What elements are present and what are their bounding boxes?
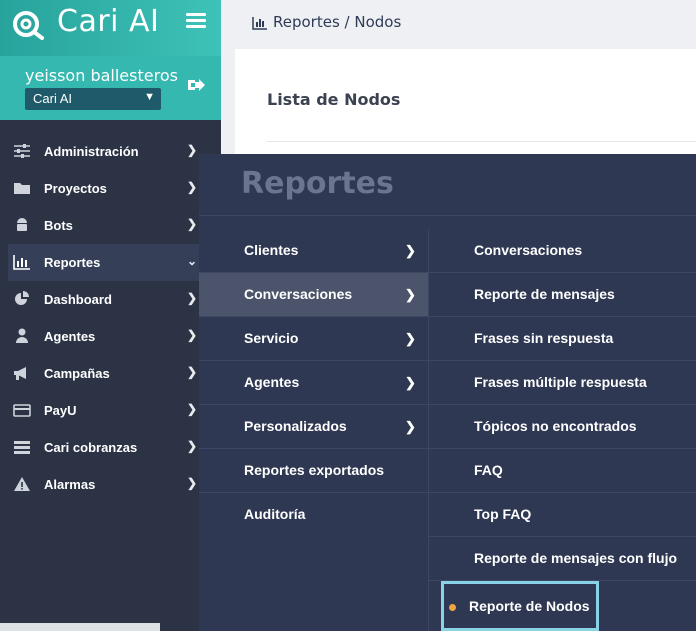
list-icon bbox=[14, 441, 30, 454]
report-link-reporte-de-mensajes-con-flujo[interactable]: Reporte de mensajes con flujo bbox=[429, 537, 696, 581]
report-link-conversaciones[interactable]: Conversaciones bbox=[429, 229, 696, 273]
chevron-right-icon: ❯ bbox=[187, 180, 198, 194]
category-reportes-exportados[interactable]: Reportes exportados bbox=[199, 449, 428, 493]
report-link-label: Conversaciones bbox=[474, 242, 583, 258]
bar-chart-icon bbox=[13, 255, 30, 270]
user-panel: yeisson ballesteros Cari AI ▼ bbox=[0, 56, 221, 120]
workspace-select-value: Cari AI bbox=[33, 91, 73, 106]
chevron-down-icon: ⌄ bbox=[187, 254, 198, 268]
workspace-select[interactable]: Cari AI ▼ bbox=[25, 88, 161, 110]
category-personalizados[interactable]: Personalizados ❯ bbox=[199, 405, 428, 449]
report-link-label: Reporte de mensajes bbox=[474, 286, 615, 302]
report-category-list: Clientes ❯ Conversaciones ❯ Servicio ❯ A… bbox=[199, 229, 428, 537]
chevron-right-icon: ❯ bbox=[405, 419, 416, 434]
sidebar-item-label: Agentes bbox=[44, 329, 96, 344]
sliders-icon bbox=[14, 144, 30, 158]
category-clientes[interactable]: Clientes ❯ bbox=[199, 229, 428, 273]
warning-icon bbox=[14, 477, 30, 491]
report-link-label: Reporte de mensajes con flujo bbox=[474, 550, 678, 566]
report-link-label: Reporte de Nodos bbox=[469, 598, 590, 614]
chevron-right-icon: ❯ bbox=[187, 217, 198, 231]
chevron-right-icon: ❯ bbox=[187, 476, 198, 490]
sidebar-item-reportes[interactable]: Reportes ⌄ bbox=[8, 244, 221, 281]
sidebar-item-campanas[interactable]: Campañas ❯ bbox=[0, 355, 221, 392]
category-servicio[interactable]: Servicio ❯ bbox=[199, 317, 428, 361]
megaphone-icon bbox=[14, 367, 26, 380]
report-link-label: FAQ bbox=[474, 462, 503, 478]
sidebar-item-bots[interactable]: Bots ❯ bbox=[0, 207, 221, 244]
sidebar-item-label: Reportes bbox=[44, 255, 101, 270]
status-bar bbox=[0, 623, 160, 631]
bar-chart-icon bbox=[252, 17, 267, 30]
category-label: Agentes bbox=[244, 374, 300, 390]
report-link-faq[interactable]: FAQ bbox=[429, 449, 696, 493]
sidebar-item-label: PayU bbox=[44, 403, 77, 418]
chevron-right-icon: ❯ bbox=[405, 331, 416, 346]
category-label: Auditoría bbox=[244, 506, 306, 522]
sidebar-item-label: Administración bbox=[44, 144, 139, 159]
sidebar: Cari AI yeisson ballesteros Cari AI ▼ Ad… bbox=[0, 0, 221, 631]
report-link-label: Top FAQ bbox=[474, 506, 532, 522]
brand-name: Cari AI bbox=[57, 4, 160, 39]
chevron-right-icon: ❯ bbox=[187, 402, 198, 416]
chevron-right-icon: ❯ bbox=[187, 328, 198, 342]
sidebar-item-dashboard[interactable]: Dashboard ❯ bbox=[0, 281, 221, 318]
report-link-label: Tópicos no encontrados bbox=[474, 418, 637, 434]
category-agentes[interactable]: Agentes ❯ bbox=[199, 361, 428, 405]
sidebar-item-alarmas[interactable]: Alarmas ❯ bbox=[0, 466, 221, 503]
active-dot-icon bbox=[449, 604, 456, 611]
pie-chart-icon bbox=[15, 291, 29, 305]
sidebar-item-label: Proyectos bbox=[44, 181, 107, 196]
chevron-right-icon: ❯ bbox=[187, 365, 198, 379]
category-label: Reportes exportados bbox=[244, 462, 385, 478]
user-name: yeisson ballesteros bbox=[25, 66, 178, 85]
chevron-right-icon: ❯ bbox=[405, 287, 416, 302]
logout-icon[interactable] bbox=[187, 77, 205, 93]
sidebar-item-payu[interactable]: PayU ❯ bbox=[0, 392, 221, 429]
chevron-down-icon: ▼ bbox=[144, 91, 155, 103]
report-link-reporte-de-mensajes[interactable]: Reporte de mensajes bbox=[429, 273, 696, 317]
sidebar-item-label: Dashboard bbox=[44, 292, 112, 307]
chevron-right-icon: ❯ bbox=[187, 291, 198, 305]
sidebar-nav: Administración ❯ Proyectos ❯ Bots ❯ Repo… bbox=[0, 133, 221, 503]
report-link-label: Frases múltiple respuesta bbox=[474, 374, 647, 390]
category-label: Personalizados bbox=[244, 418, 347, 434]
sidebar-item-proyectos[interactable]: Proyectos ❯ bbox=[0, 170, 221, 207]
sidebar-item-agentes[interactable]: Agentes ❯ bbox=[0, 318, 221, 355]
chevron-right-icon: ❯ bbox=[405, 375, 416, 390]
divider bbox=[267, 141, 696, 142]
divider bbox=[199, 215, 696, 216]
mega-menu-title: Reportes bbox=[241, 166, 394, 201]
brand-bar: Cari AI bbox=[0, 0, 221, 56]
sidebar-item-label: Bots bbox=[44, 218, 73, 233]
sidebar-item-label: Campañas bbox=[44, 366, 110, 381]
category-label: Conversaciones bbox=[244, 286, 353, 302]
cari-logo-icon bbox=[13, 11, 44, 40]
sidebar-item-cari-cobranzas[interactable]: Cari cobranzas ❯ bbox=[0, 429, 221, 466]
category-conversaciones[interactable]: Conversaciones ❯ bbox=[199, 273, 428, 317]
page-title: Lista de Nodos bbox=[267, 90, 401, 109]
menu-toggle-icon[interactable] bbox=[186, 10, 208, 32]
sidebar-item-label: Cari cobranzas bbox=[44, 440, 138, 455]
category-auditoria[interactable]: Auditoría bbox=[199, 493, 428, 537]
report-link-top-faq[interactable]: Top FAQ bbox=[429, 493, 696, 537]
report-link-reporte-de-nodos[interactable]: Reporte de Nodos bbox=[441, 581, 599, 631]
sidebar-item-label: Alarmas bbox=[44, 477, 96, 492]
report-sublist: Conversaciones Reporte de mensajes Frase… bbox=[429, 229, 696, 631]
category-label: Servicio bbox=[244, 330, 299, 346]
chevron-right-icon: ❯ bbox=[187, 439, 198, 453]
report-link-label: Frases sin respuesta bbox=[474, 330, 614, 346]
credit-card-icon bbox=[13, 404, 31, 417]
report-link-frases-sin-respuesta[interactable]: Frases sin respuesta bbox=[429, 317, 696, 361]
sidebar-item-administracion[interactable]: Administración ❯ bbox=[0, 133, 221, 170]
chevron-right-icon: ❯ bbox=[405, 243, 416, 258]
report-link-topicos-no-encontrados[interactable]: Tópicos no encontrados bbox=[429, 405, 696, 449]
folder-icon bbox=[14, 183, 30, 194]
android-icon bbox=[17, 218, 27, 231]
chevron-right-icon: ❯ bbox=[187, 143, 198, 157]
breadcrumb: Reportes / Nodos bbox=[273, 13, 402, 31]
user-icon bbox=[16, 328, 28, 343]
report-link-frases-multiple-respuesta[interactable]: Frases múltiple respuesta bbox=[429, 361, 696, 405]
category-label: Clientes bbox=[244, 242, 299, 258]
